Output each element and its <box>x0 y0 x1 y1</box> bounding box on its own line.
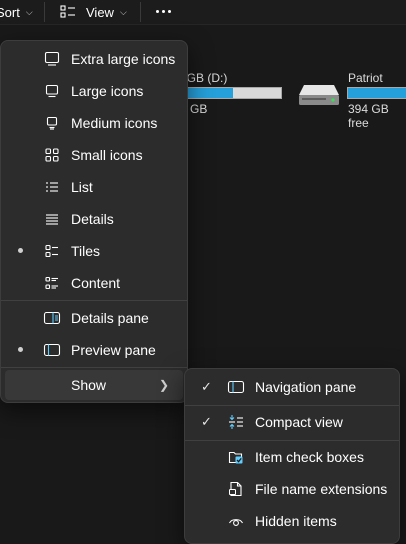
sort-button[interactable]: Sort ⌵ <box>0 0 33 24</box>
menu-item-label: Details <box>71 211 114 227</box>
menu-item-label: Large icons <box>71 83 144 99</box>
checkmark-icon: ✓ <box>201 379 212 394</box>
menu-item-medium-icons[interactable]: Medium icons <box>5 108 183 138</box>
file-extension-icon <box>227 480 245 498</box>
menu-item-show[interactable]: Show ❯ <box>5 370 183 400</box>
menu-item-label: Compact view <box>255 414 343 430</box>
checkmark-icon: ✓ <box>201 414 212 429</box>
menu-item-hidden-items[interactable]: Hidden items <box>189 506 395 536</box>
menu-item-tiles[interactable]: Tiles <box>5 236 183 266</box>
chevron-right-icon: ❯ <box>158 378 169 392</box>
hidden-items-eye-icon <box>227 512 245 530</box>
menu-item-label: Content <box>71 275 121 291</box>
view-menu: Extra large icons Large icons Medium ico… <box>0 40 188 403</box>
menu-divider <box>185 405 399 406</box>
menu-divider <box>1 300 187 301</box>
menu-divider <box>185 440 399 441</box>
view-icon <box>60 5 78 19</box>
toolbar-divider <box>140 2 141 22</box>
menu-item-label: Medium icons <box>71 115 158 131</box>
menu-item-details-pane[interactable]: Details pane <box>5 303 183 333</box>
view-label: View <box>86 4 114 20</box>
menu-item-preview-pane[interactable]: Preview pane <box>5 335 183 365</box>
selected-bullet-icon <box>18 248 23 253</box>
menu-item-content[interactable]: Content <box>5 268 183 298</box>
menu-item-file-name-extensions[interactable]: File name extensions <box>189 474 395 504</box>
menu-item-list[interactable]: List <box>5 172 183 202</box>
menu-item-label: File name extensions <box>255 481 388 497</box>
menu-item-details[interactable]: Details <box>5 204 183 234</box>
menu-item-label: Item check boxes <box>255 449 364 465</box>
monitor-xl-icon <box>43 50 61 68</box>
hard-drive-icon[interactable] <box>298 83 340 107</box>
menu-item-label: Navigation pane <box>255 379 357 395</box>
item-checkbox-icon <box>227 448 245 466</box>
menu-item-label: Small icons <box>71 147 143 163</box>
monitor-md-icon <box>43 114 61 132</box>
menu-item-label: Tiles <box>71 243 101 259</box>
small-icons-grid-icon <box>43 146 61 164</box>
drive-usage-fill <box>181 88 233 98</box>
toolbar-divider <box>44 2 45 22</box>
menu-item-label: Extra large icons <box>71 51 176 67</box>
chevron-down-icon: ⌵ <box>25 6 33 17</box>
content-icon <box>43 274 61 292</box>
menu-item-small-icons[interactable]: Small icons <box>5 140 183 170</box>
menu-item-large-icons[interactable]: Large icons <box>5 76 183 106</box>
menu-divider <box>1 367 187 368</box>
view-button[interactable]: View ⌵ <box>60 0 127 24</box>
navigation-pane-icon <box>227 378 245 396</box>
drive-usage-bar <box>180 87 282 99</box>
menu-item-compact-view[interactable]: ✓ Compact view <box>189 407 395 437</box>
menu-item-navigation-pane[interactable]: ✓ Navigation pane <box>189 372 395 402</box>
details-icon <box>43 210 61 228</box>
list-icon <box>43 178 61 196</box>
drive-free-space: 394 GB free <box>348 102 389 130</box>
menu-item-label: Details pane <box>71 310 149 326</box>
more-options-icon[interactable] <box>156 4 176 18</box>
drive-usage-fill <box>348 88 406 98</box>
show-submenu: ✓ Navigation pane ✓ Compact view Item ch… <box>184 368 400 544</box>
menu-item-extra-large-icons[interactable]: Extra large icons <box>5 44 183 74</box>
command-bar: Sort ⌵ View ⌵ <box>0 0 406 25</box>
menu-item-label: Preview pane <box>71 342 156 358</box>
preview-pane-icon <box>43 341 61 359</box>
monitor-lg-icon <box>43 82 61 100</box>
menu-item-item-check-boxes[interactable]: Item check boxes <box>189 442 395 472</box>
sort-label: Sort <box>0 4 20 20</box>
compact-view-icon <box>227 413 245 431</box>
tiles-icon <box>43 242 61 260</box>
menu-item-label: Hidden items <box>255 513 337 529</box>
menu-item-label: List <box>71 179 93 195</box>
chevron-down-icon: ⌵ <box>119 6 127 17</box>
menu-item-label: Show <box>71 377 107 393</box>
drive-usage-bar <box>347 87 406 99</box>
selected-bullet-icon <box>18 347 23 352</box>
details-pane-icon <box>43 309 61 327</box>
